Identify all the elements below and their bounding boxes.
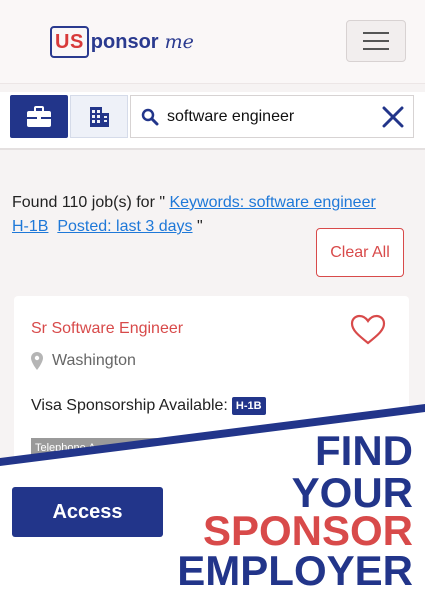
access-button[interactable]: Access: [12, 487, 163, 537]
job-location: Washington: [52, 352, 136, 369]
menu-bar: [363, 40, 389, 42]
search-icon: [141, 108, 159, 126]
menu-bar: [363, 32, 389, 34]
logo-us: US: [55, 30, 84, 53]
logo-script-text: me: [164, 31, 194, 53]
job-tag: Telephone A...: [31, 438, 201, 460]
promo-line-sponsor: SPONSOR: [202, 507, 413, 554]
logo[interactable]: US ponsor me: [50, 26, 194, 58]
visa-info: Visa Sponsorship Available: H-1B: [31, 397, 266, 415]
job-title[interactable]: Sr Software Engineer: [31, 320, 183, 338]
building-icon: [90, 106, 109, 127]
filter-posted-link[interactable]: Posted: last 3 days: [57, 218, 192, 235]
logo-us-box: US: [50, 26, 89, 58]
menu-bar: [363, 48, 389, 50]
tab-companies[interactable]: [70, 95, 128, 138]
search-input[interactable]: software engineer: [130, 95, 414, 138]
close-icon[interactable]: [381, 105, 405, 129]
visa-badge: H-1B: [231, 397, 266, 415]
promo-line-employer: EMPLOYER: [177, 547, 413, 594]
search-query-text: software engineer: [167, 108, 295, 125]
filter-keywords-link[interactable]: Keywords: software engineer: [169, 194, 375, 211]
tab-jobs[interactable]: [10, 95, 68, 138]
app-header: US ponsor me: [0, 0, 425, 84]
clear-all-button[interactable]: Clear All: [316, 228, 404, 277]
logo-text: ponsor: [90, 30, 159, 53]
heart-icon[interactable]: [350, 314, 386, 346]
job-card[interactable]: Sr Software Engineer Washington Visa Spo…: [14, 296, 409, 496]
results-suffix: ": [192, 218, 203, 235]
filter-visa-link[interactable]: H-1B: [12, 218, 48, 235]
results-count: Found 110 job(s) for ": [12, 194, 170, 211]
hamburger-icon[interactable]: [346, 20, 406, 62]
briefcase-icon: [27, 105, 51, 127]
location-pin-icon: [31, 352, 43, 370]
search-bar: software engineer: [0, 92, 425, 150]
visa-label: Visa Sponsorship Available:: [31, 397, 228, 414]
